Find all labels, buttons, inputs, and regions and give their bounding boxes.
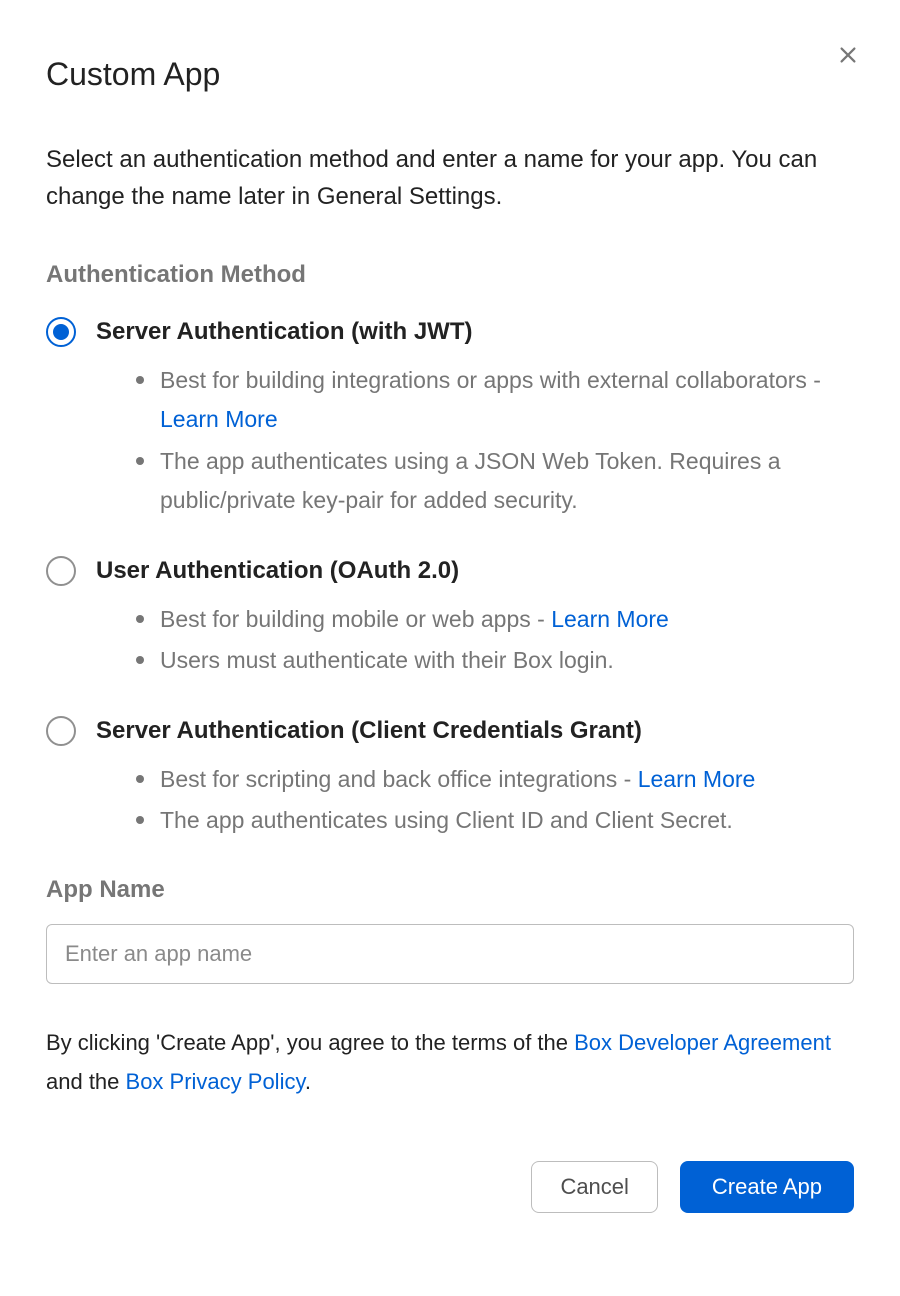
auth-radio-cc-row[interactable]: Server Authentication (Client Credential… <box>46 716 854 746</box>
dialog-subtitle: Select an authentication method and ente… <box>46 141 846 215</box>
auth-option-label: Server Authentication (Client Credential… <box>96 717 642 745</box>
bullet-text: Best for building integrations or apps w… <box>160 367 821 393</box>
list-item: The app authenticates using a JSON Web T… <box>124 442 854 520</box>
developer-agreement-link[interactable]: Box Developer Agreement <box>574 1030 831 1055</box>
create-app-button[interactable]: Create App <box>680 1161 854 1213</box>
app-name-input[interactable] <box>46 924 854 984</box>
learn-more-link[interactable]: Learn More <box>638 766 756 792</box>
terms-text: By clicking 'Create App', you agree to t… <box>46 1024 854 1101</box>
terms-prefix: By clicking 'Create App', you agree to t… <box>46 1030 574 1055</box>
auth-option-client-credentials: Server Authentication (Client Credential… <box>46 716 854 840</box>
bullet-list: Best for building integrations or apps w… <box>46 361 854 519</box>
learn-more-link[interactable]: Learn More <box>160 406 278 432</box>
app-name-label: App Name <box>46 876 854 904</box>
cancel-button[interactable]: Cancel <box>531 1161 657 1213</box>
radio-icon <box>46 556 76 586</box>
auth-option-jwt: Server Authentication (with JWT) Best fo… <box>46 317 854 519</box>
bullet-text: Users must authenticate with their Box l… <box>160 647 614 673</box>
custom-app-dialog: Custom App Select an authentication meth… <box>0 0 900 1213</box>
close-icon <box>837 44 859 69</box>
terms-mid: and the <box>46 1069 126 1094</box>
dialog-footer: Cancel Create App <box>46 1161 854 1213</box>
bullet-text: The app authenticates using a JSON Web T… <box>160 448 781 513</box>
bullet-text: The app authenticates using Client ID an… <box>160 807 733 833</box>
list-item: The app authenticates using Client ID an… <box>124 801 854 840</box>
radio-icon <box>46 317 76 347</box>
auth-option-oauth: User Authentication (OAuth 2.0) Best for… <box>46 556 854 680</box>
list-item: Best for building mobile or web apps - L… <box>124 600 854 639</box>
auth-method-label: Authentication Method <box>46 261 854 289</box>
list-item: Best for building integrations or apps w… <box>124 361 854 439</box>
learn-more-link[interactable]: Learn More <box>551 606 669 632</box>
list-item: Best for scripting and back office integ… <box>124 760 854 799</box>
radio-icon <box>46 716 76 746</box>
auth-option-label: User Authentication (OAuth 2.0) <box>96 557 459 585</box>
list-item: Users must authenticate with their Box l… <box>124 641 854 680</box>
privacy-policy-link[interactable]: Box Privacy Policy <box>126 1069 305 1094</box>
auth-option-label: Server Authentication (with JWT) <box>96 318 472 346</box>
close-button[interactable] <box>832 40 864 72</box>
bullet-text: Best for scripting and back office integ… <box>160 766 638 792</box>
terms-suffix: . <box>305 1069 311 1094</box>
bullet-list: Best for scripting and back office integ… <box>46 760 854 840</box>
bullet-text: Best for building mobile or web apps - <box>160 606 551 632</box>
auth-radio-jwt-row[interactable]: Server Authentication (with JWT) <box>46 317 854 347</box>
bullet-list: Best for building mobile or web apps - L… <box>46 600 854 680</box>
auth-radio-oauth-row[interactable]: User Authentication (OAuth 2.0) <box>46 556 854 586</box>
dialog-title: Custom App <box>46 56 854 93</box>
